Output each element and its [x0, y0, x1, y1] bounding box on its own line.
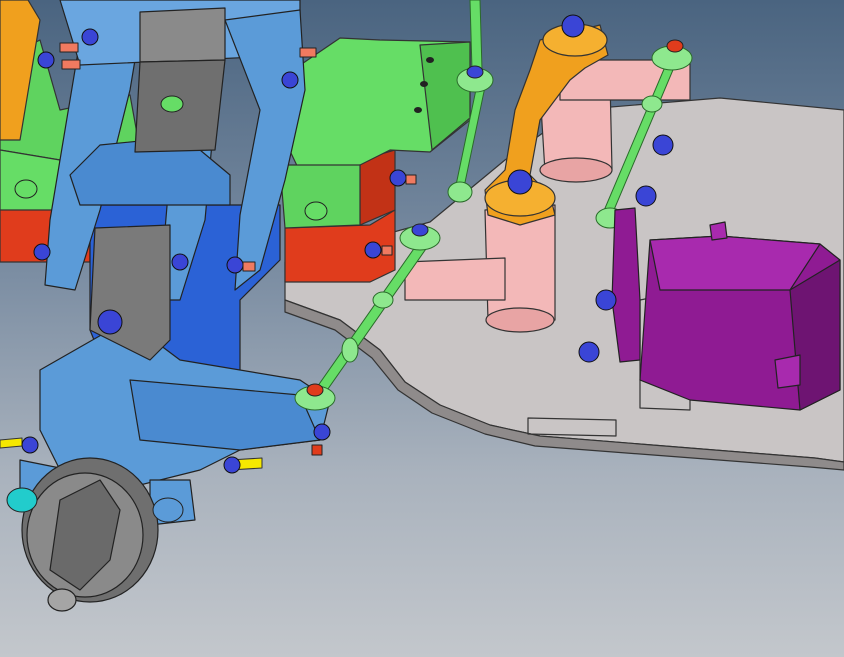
wheel-hub[interactable]	[21, 457, 159, 612]
cad-model-scene[interactable]	[0, 0, 844, 657]
cad-viewport[interactable]	[0, 0, 844, 657]
servo[interactable]	[639, 221, 841, 411]
